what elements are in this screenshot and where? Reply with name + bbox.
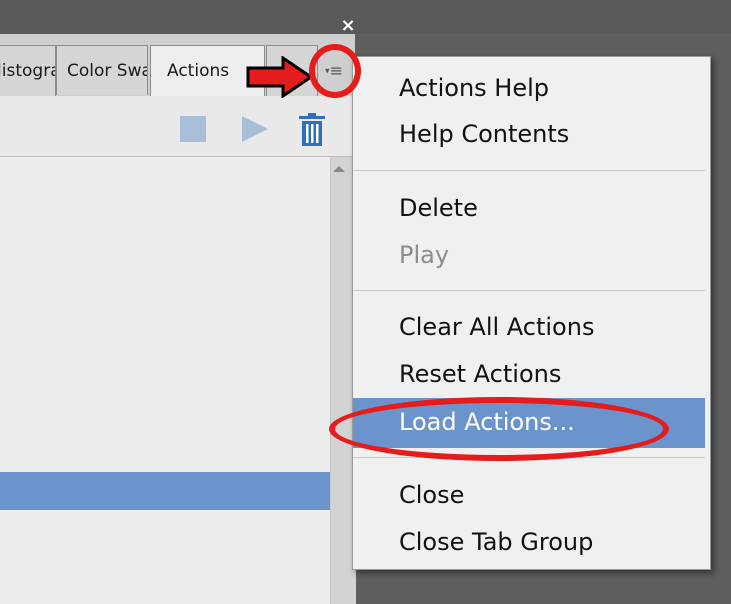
menu-item-actions-help[interactable]: Actions Help (399, 68, 549, 108)
panel-title-strip (0, 0, 731, 34)
selected-action-row[interactable] (0, 472, 330, 510)
menu-item-close[interactable]: Close (399, 475, 464, 515)
menu-item-play: Play (399, 241, 450, 269)
menu-item-close-tab-group[interactable]: Close Tab Group (399, 522, 593, 562)
menu-separator (353, 290, 705, 291)
play-icon[interactable] (242, 116, 268, 142)
stop-icon[interactable] (180, 116, 206, 142)
menu-separator (353, 170, 705, 171)
menu-item-clear-all-actions[interactable]: Clear All Actions (399, 307, 594, 347)
tab-histogram[interactable]: Histogram (0, 45, 56, 96)
menu-item-reset-actions[interactable]: Reset Actions (399, 354, 561, 394)
annotation-arrow-icon (246, 56, 314, 98)
actions-list (0, 157, 330, 604)
tab-color-swatches[interactable]: Color Swatches (56, 45, 148, 95)
menu-item-help-contents[interactable]: Help Contents (399, 114, 569, 154)
panel-flyout-menu: Actions Help Help Contents Delete Play C… (352, 56, 711, 570)
close-icon[interactable]: × (340, 17, 356, 35)
trash-icon[interactable] (297, 113, 327, 147)
scroll-up-arrow-icon[interactable] (333, 166, 345, 172)
menu-item-delete[interactable]: Delete (399, 188, 478, 228)
annotation-circle-load-actions (329, 397, 669, 461)
annotation-circle-menu-button (309, 44, 361, 98)
